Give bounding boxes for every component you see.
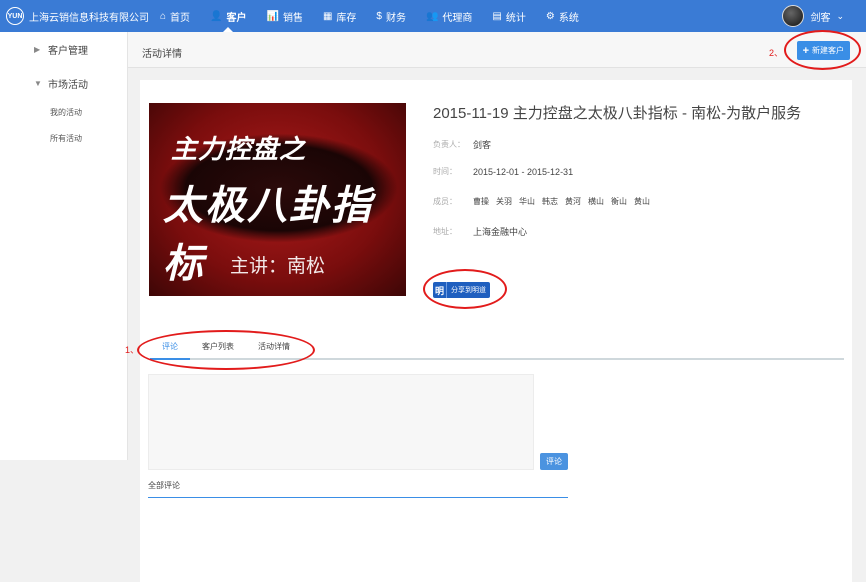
address-label: 地址：: [433, 227, 457, 236]
brand[interactable]: YUN 上海云销信息科技有限公司: [6, 0, 149, 32]
sidebar-group-marketing[interactable]: ▼ 市场活动: [0, 66, 127, 100]
home-icon: ⌂: [160, 10, 167, 22]
time-label: 时间：: [433, 167, 457, 176]
owner-row: 负责人： 剑客: [433, 138, 491, 151]
annotation-number-1: 1、: [125, 345, 140, 355]
nav-label: 财务: [385, 12, 406, 24]
event-banner-image: 主力控盘之 太极八卦指标 主讲：南松: [149, 103, 406, 296]
owner-value: 剑客: [473, 140, 492, 150]
chevron-right-icon: ▶: [34, 44, 41, 54]
agents-icon: 👥: [425, 10, 439, 22]
time-value: 2015-12-01 - 2015-12-31: [473, 166, 574, 177]
user-menu[interactable]: 剑客 ⌄: [782, 4, 844, 28]
nav-sales[interactable]: 📊 销售: [257, 0, 313, 32]
company-logo-icon: YUN: [6, 7, 24, 25]
annotation-number-2: 2、: [769, 48, 784, 58]
user-name: 剑客: [810, 12, 831, 24]
annotation-ellipse-share: [423, 269, 507, 309]
nav-customers[interactable]: 👤 客户: [200, 0, 256, 32]
nav-label: 库存: [336, 12, 357, 24]
members-list: 曹操 关羽 华山 韩志 黄河 横山 衡山 黄山: [473, 196, 650, 207]
member: 曹操: [473, 197, 489, 206]
gear-icon: ⚙: [545, 10, 555, 22]
all-comments-header: 全部评论: [148, 480, 568, 498]
nav-finance[interactable]: $ 财务: [366, 0, 416, 32]
nav-label: 统计: [505, 12, 526, 24]
stats-icon: ▤: [492, 10, 502, 22]
time-row: 时间： 2015-12-01 - 2015-12-31: [433, 166, 573, 177]
member: 黄山: [634, 197, 650, 206]
owner-label: 负责人：: [433, 140, 465, 149]
nav-label: 代理商: [442, 12, 473, 24]
main-nav: ⌂ 首页 👤 客户 📊 销售 ▦ 库存 $ 财务 👥 代理商 ▤ 统计 ⚙ 系统: [150, 0, 589, 32]
nav-home[interactable]: ⌂ 首页: [150, 0, 200, 32]
banner-line-1: 主力控盘之: [171, 134, 307, 164]
sidebar-group-label: 客户管理: [48, 45, 88, 57]
sidebar-group-customer-management[interactable]: ▶ 客户管理: [0, 32, 127, 66]
members-label: 成员：: [433, 197, 457, 206]
member: 横山: [588, 197, 604, 206]
nav-label: 首页: [170, 12, 191, 24]
sales-chart-icon: 📊: [266, 10, 279, 22]
member: 华山: [519, 197, 535, 206]
member: 黄河: [565, 197, 581, 206]
nav-label: 销售: [282, 12, 303, 24]
sidebar-item-my-events[interactable]: 我的活动: [0, 100, 127, 126]
comment-input[interactable]: [148, 374, 534, 470]
sidebar-group-label: 市场活动: [48, 79, 88, 91]
nav-label: 客户: [226, 12, 247, 24]
address-row: 地址： 上海金融中心: [433, 225, 527, 238]
sidebar-item-all-events[interactable]: 所有活动: [0, 126, 127, 152]
nav-label: 系统: [558, 12, 579, 24]
chevron-down-icon: ▼: [34, 78, 42, 88]
page-title: 活动详情: [142, 49, 182, 60]
top-navigation-bar: YUN 上海云销信息科技有限公司 ⌂ 首页 👤 客户 📊 销售 ▦ 库存 $ 财务 👥 代理…: [0, 0, 866, 32]
customer-icon: 👤: [210, 10, 223, 22]
sidebar: ▶ 客户管理 ▼ 市场活动 我的活动 所有活动: [0, 32, 128, 460]
members-row: 成员： 曹操 关羽 华山 韩志 黄河 横山 衡山 黄山: [433, 196, 650, 207]
nav-inventory[interactable]: ▦ 库存: [313, 0, 366, 32]
submit-comment-button[interactable]: 评论: [540, 453, 568, 470]
member: 衡山: [611, 197, 627, 206]
member: 关羽: [496, 197, 512, 206]
chevron-down-icon: ⌄: [836, 10, 844, 21]
avatar[interactable]: [782, 5, 805, 27]
page-header: 活动详情 + 新建客户: [128, 32, 866, 68]
address-value: 上海金融中心: [473, 227, 528, 237]
nav-agents[interactable]: 👥 代理商: [416, 0, 482, 32]
money-bag-icon: $: [376, 10, 382, 22]
event-title: 2015-11-19 主力控盘之太极八卦指标 - 南松-为散户服务: [433, 105, 802, 122]
company-name: 上海云销信息科技有限公司: [29, 12, 149, 24]
banner-line-3: 主讲：南松: [229, 256, 325, 277]
nav-statistics[interactable]: ▤ 统计: [482, 0, 535, 32]
member: 韩志: [542, 197, 558, 206]
nav-system[interactable]: ⚙ 系统: [536, 0, 589, 32]
warehouse-icon: ▦: [322, 10, 333, 22]
annotation-ellipse-tabs: [137, 330, 315, 370]
annotation-ellipse-new-customer: [784, 30, 861, 70]
